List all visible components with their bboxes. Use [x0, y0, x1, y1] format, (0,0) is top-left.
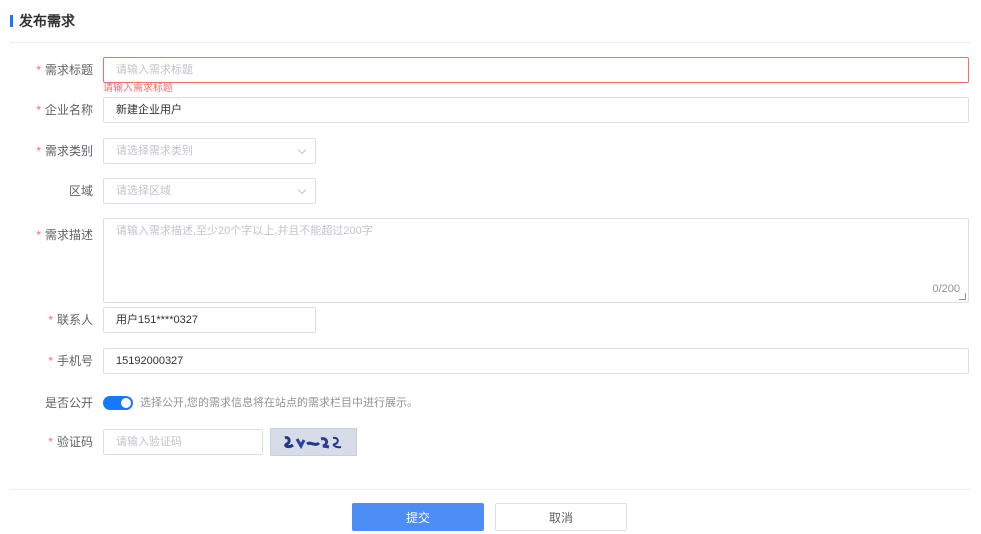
public-hint: 选择公开,您的需求信息将在站点的需求栏目中进行展示。 — [140, 397, 419, 409]
title-error-message: 请输入需求标题 — [103, 83, 173, 94]
cancel-button[interactable]: 取消 — [495, 503, 627, 531]
captcha-label: * 验证码 — [48, 435, 93, 449]
phone-label: * 手机号 — [48, 354, 93, 368]
header-divider — [10, 42, 970, 43]
region-select[interactable]: 请选择区域 — [103, 178, 316, 204]
description-textarea[interactable]: 请输入需求描述,至少20个字以上,并且不能超过200字 0/200 — [103, 218, 969, 303]
chevron-down-icon — [297, 145, 307, 155]
header-accent-bar — [10, 15, 13, 27]
category-label: * 需求类别 — [36, 144, 93, 158]
submit-button[interactable]: 提交 — [352, 503, 484, 531]
page-header: 发布需求 — [10, 11, 75, 31]
captcha-image[interactable] — [270, 428, 357, 456]
title-input[interactable]: 请输入需求标题 — [103, 57, 969, 83]
character-counter: 0/200 — [932, 283, 960, 295]
phone-input[interactable]: 15192000327 — [103, 348, 969, 374]
company-input[interactable]: 新建企业用户 — [103, 97, 969, 123]
page-title: 发布需求 — [19, 13, 75, 29]
toggle-knob — [121, 398, 131, 408]
category-select[interactable]: 请选择需求类别 — [103, 138, 316, 164]
company-label: * 企业名称 — [36, 103, 93, 117]
resize-handle-icon[interactable] — [959, 293, 966, 300]
contact-input[interactable]: 用户151****0327 — [103, 307, 316, 333]
captcha-input[interactable]: 请输入验证码 — [103, 429, 263, 455]
region-label: 区域 — [68, 184, 93, 198]
public-label: 是否公开 — [44, 396, 93, 410]
contact-label: * 联系人 — [48, 313, 93, 327]
title-label: * 需求标题 — [36, 63, 93, 77]
captcha-glyphs — [284, 436, 342, 450]
footer-divider — [10, 489, 970, 490]
public-toggle[interactable] — [103, 396, 133, 410]
description-label: * 需求描述 — [36, 228, 93, 242]
chevron-down-icon — [297, 185, 307, 195]
